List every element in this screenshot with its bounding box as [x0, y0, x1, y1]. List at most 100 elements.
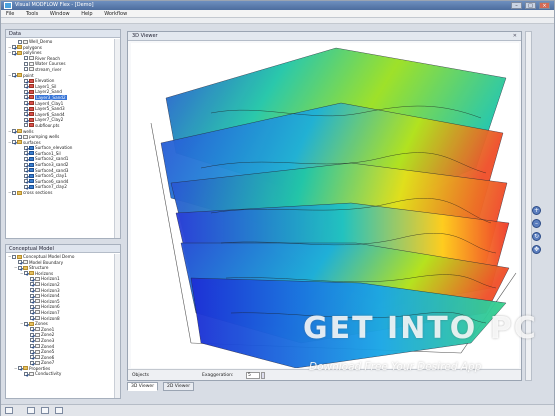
data-explorer-tab[interactable]: Data	[6, 30, 120, 38]
minimize-button[interactable]: –	[511, 2, 522, 9]
visibility-checkbox[interactable]	[30, 327, 34, 332]
visibility-checkbox[interactable]	[24, 321, 28, 326]
tree-item-label: Model Boundary	[29, 259, 64, 265]
menu-file[interactable]: File	[1, 10, 19, 18]
visibility-checkbox[interactable]	[12, 190, 16, 195]
visibility-checkbox[interactable]	[30, 360, 34, 365]
tree-item-label: Horizon7	[41, 309, 60, 315]
visibility-checkbox[interactable]	[24, 61, 28, 66]
visibility-checkbox[interactable]	[24, 145, 28, 150]
visibility-checkbox[interactable]	[24, 95, 28, 100]
tree-item-label: Elevation	[35, 78, 55, 84]
visibility-checkbox[interactable]	[18, 366, 22, 371]
doc-icon	[35, 332, 40, 337]
doc-icon	[29, 61, 34, 66]
data-tree-scrollbar[interactable]	[114, 39, 120, 238]
objects-label[interactable]: Objects	[132, 373, 149, 378]
exaggeration-input[interactable]: 5	[246, 372, 260, 379]
status-grid-icon[interactable]	[5, 407, 13, 414]
viewer-tab-strip: 3D Viewer 2D Viewer	[127, 382, 522, 391]
visibility-checkbox[interactable]	[12, 254, 16, 259]
tab-3d-viewer[interactable]: 3D Viewer	[127, 382, 159, 391]
visibility-checkbox[interactable]	[30, 276, 34, 281]
visibility-checkbox[interactable]	[12, 129, 16, 133]
visibility-checkbox[interactable]	[24, 151, 28, 156]
visibility-checkbox[interactable]	[30, 344, 34, 348]
visibility-checkbox[interactable]	[30, 310, 34, 315]
visibility-checkbox[interactable]	[24, 89, 28, 94]
visibility-checkbox[interactable]	[30, 304, 34, 309]
tree-item-label: cross sections	[23, 190, 53, 196]
status-window-icon[interactable]	[55, 407, 63, 414]
tree-item[interactable]: Conductivity	[6, 371, 114, 377]
visibility-checkbox[interactable]	[18, 39, 22, 44]
visibility-checkbox[interactable]	[24, 271, 28, 276]
visibility-checkbox[interactable]	[30, 288, 34, 293]
exaggeration-stepper[interactable]	[261, 372, 265, 379]
menu-bar: File Tools Window Help Workflow	[1, 10, 554, 18]
title-bar: Visual MODFLOW Flex - [Demo] – □ ×	[1, 1, 554, 10]
tree-item-label: wells	[23, 128, 34, 134]
visibility-checkbox[interactable]	[24, 117, 28, 122]
visibility-checkbox[interactable]	[30, 293, 34, 298]
tree-item-label: polygons	[23, 44, 42, 50]
visibility-checkbox[interactable]	[24, 371, 28, 376]
viewer-tab-label[interactable]: 3D Viewer	[132, 33, 158, 39]
visibility-checkbox[interactable]	[18, 260, 22, 265]
nav-pan-icon[interactable]: ✥	[532, 245, 541, 254]
visibility-checkbox[interactable]	[24, 106, 28, 111]
nav-minus-icon[interactable]: –	[532, 219, 541, 228]
visibility-checkbox[interactable]	[24, 156, 28, 161]
tab-2d-viewer[interactable]: 2D Viewer	[163, 382, 195, 391]
visibility-checkbox[interactable]	[12, 73, 16, 78]
visibility-checkbox[interactable]	[24, 84, 28, 89]
visibility-checkbox[interactable]	[18, 134, 22, 139]
status-split-icon[interactable]	[41, 407, 49, 414]
visibility-checkbox[interactable]	[24, 173, 28, 178]
nav-rotate-icon[interactable]: ↻	[532, 232, 541, 241]
visibility-checkbox[interactable]	[24, 123, 28, 128]
visibility-checkbox[interactable]	[30, 349, 34, 354]
viewer-close-icon[interactable]: ✕	[513, 33, 517, 39]
visibility-checkbox[interactable]	[24, 101, 28, 106]
tree-item-label: Conceptual Model Demo	[23, 254, 75, 259]
tree-item-label: Layer3_Sand2	[35, 94, 67, 100]
visibility-checkbox[interactable]	[24, 112, 28, 117]
conceptual-model-scrollbar[interactable]	[114, 254, 120, 398]
visibility-checkbox[interactable]	[12, 45, 16, 50]
visibility-checkbox[interactable]	[24, 184, 28, 189]
folder-icon	[17, 45, 22, 50]
conceptual-model-tab[interactable]: Conceptual Model	[6, 245, 120, 253]
visibility-checkbox[interactable]	[30, 355, 34, 360]
status-layout-icon[interactable]	[27, 407, 35, 414]
nav-plus-icon[interactable]: +	[532, 206, 541, 215]
visibility-checkbox[interactable]	[30, 338, 34, 343]
visibility-checkbox[interactable]	[24, 179, 28, 184]
menu-tools[interactable]: Tools	[21, 10, 43, 18]
visibility-checkbox[interactable]	[30, 299, 34, 304]
visibility-checkbox[interactable]	[12, 140, 16, 145]
visibility-checkbox[interactable]	[24, 168, 28, 173]
watermark-subtitle: Download Free Your Desired App	[309, 361, 482, 373]
visibility-checkbox[interactable]	[24, 162, 28, 167]
visibility-checkbox[interactable]	[30, 282, 34, 287]
menu-help[interactable]: Help	[76, 10, 97, 18]
visibility-checkbox[interactable]	[24, 67, 28, 72]
folder-icon	[17, 254, 22, 259]
tree-item-label: subfloor.pts	[35, 122, 60, 128]
menu-workflow[interactable]: Workflow	[99, 10, 132, 18]
tree-item[interactable]: − cross sections	[6, 190, 114, 196]
watermark-title: GET INTO PC	[303, 311, 538, 346]
close-button[interactable]: ×	[539, 2, 550, 9]
tree-item-label: Zone5	[41, 349, 55, 355]
visibility-checkbox[interactable]	[12, 50, 16, 55]
visibility-checkbox[interactable]	[24, 78, 28, 83]
visibility-checkbox[interactable]	[18, 265, 22, 270]
visibility-checkbox[interactable]	[30, 316, 34, 321]
maximize-button[interactable]: □	[525, 2, 536, 9]
menu-window[interactable]: Window	[45, 10, 75, 18]
visibility-checkbox[interactable]	[24, 56, 28, 61]
doc-icon	[35, 299, 40, 304]
visibility-checkbox[interactable]	[30, 332, 34, 337]
folder-icon	[23, 366, 28, 371]
